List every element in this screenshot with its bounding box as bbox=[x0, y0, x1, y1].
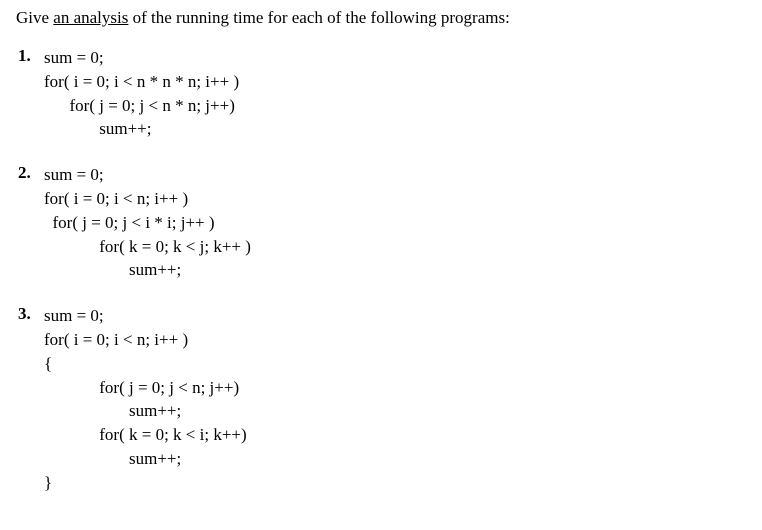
intro-text: Give an analysis of the running time for… bbox=[16, 8, 746, 28]
item-number: 3. bbox=[18, 304, 31, 324]
intro-post: of the running time for each of the foll… bbox=[128, 8, 509, 27]
code-block: sum = 0; for( i = 0; i < n; i++ ) for( j… bbox=[44, 163, 746, 282]
item-number: 2. bbox=[18, 163, 31, 183]
list-item: 3. sum = 0; for( i = 0; i < n; i++ ) { f… bbox=[44, 304, 746, 494]
intro-pre: Give bbox=[16, 8, 53, 27]
code-block: sum = 0; for( i = 0; i < n * n * n; i++ … bbox=[44, 46, 746, 141]
program-list: 1. sum = 0; for( i = 0; i < n * n * n; i… bbox=[16, 46, 746, 495]
list-item: 1. sum = 0; for( i = 0; i < n * n * n; i… bbox=[44, 46, 746, 141]
intro-underlined: an analysis bbox=[53, 8, 128, 27]
item-number: 1. bbox=[18, 46, 31, 66]
code-block: sum = 0; for( i = 0; i < n; i++ ) { for(… bbox=[44, 304, 746, 494]
list-item: 2. sum = 0; for( i = 0; i < n; i++ ) for… bbox=[44, 163, 746, 282]
